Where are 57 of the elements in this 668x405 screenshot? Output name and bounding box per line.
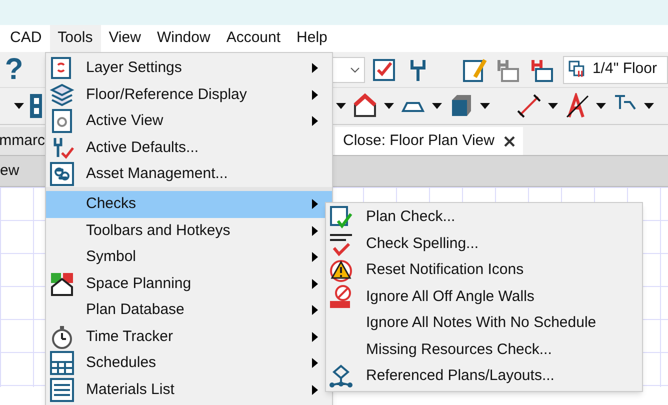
dropdown-caret-icon	[480, 103, 490, 109]
menu-entry[interactable]: Checks	[46, 191, 332, 218]
submenu-arrow-icon	[312, 278, 318, 289]
menu-entry[interactable]: Missing Resources Check...	[326, 336, 642, 363]
checkbox-icon	[371, 56, 398, 82]
menu-entry[interactable]: Ignore All Notes With No Schedule	[326, 310, 642, 336]
menu-entry[interactable]: Ignore All Off Angle Walls	[326, 284, 642, 310]
menu-entry[interactable]: Active Defaults...	[46, 134, 332, 161]
submenu-arrow-icon	[312, 305, 318, 316]
submenu-arrow-icon	[312, 199, 318, 210]
menu-item[interactable]: Tools	[50, 25, 101, 52]
dropdown-caret-icon	[432, 103, 442, 109]
panel-icon	[30, 94, 42, 118]
dropdown-caret-icon	[596, 103, 606, 109]
submenu-arrow-icon	[312, 226, 318, 236]
help-button[interactable]: ?	[4, 54, 24, 84]
schedule-table-icon	[49, 350, 75, 376]
menu-item[interactable]: View	[100, 25, 149, 52]
submenu-arrow-icon	[312, 90, 318, 100]
submenu-arrow-icon	[312, 252, 318, 262]
menu-item[interactable]: Account	[218, 25, 289, 52]
warning-icon	[328, 257, 354, 284]
close-icon	[504, 136, 516, 146]
document-tab[interactable]: Close: Floor Plan View	[335, 127, 524, 155]
dropdown-caret-icon	[548, 103, 558, 109]
plan-scale-button[interactable]: 1/4" Floor	[563, 56, 668, 84]
roof-house-icon	[352, 93, 378, 119]
dropdown-caret-icon	[14, 103, 24, 109]
submenu-arrow-icon	[312, 116, 318, 126]
submenu-arrow-icon	[312, 384, 318, 395]
dropdown-caret-icon	[384, 103, 394, 109]
menu-entry[interactable]: Reset Notification Icons	[326, 257, 642, 284]
menu-item[interactable]: Window	[148, 25, 218, 52]
stopwatch-icon	[49, 324, 75, 350]
menu-entry[interactable]: Layer Settings	[46, 55, 332, 82]
dropdown-caret-icon	[336, 103, 346, 109]
menu-entry[interactable]: Active View	[46, 108, 332, 134]
camera-page-icon	[49, 108, 75, 134]
menu-item[interactable]: CAD	[2, 25, 50, 52]
menu-entry[interactable]: Floor/Reference Display	[46, 82, 332, 108]
dropdown-caret-icon	[644, 103, 654, 109]
stacked-sheets-icon	[49, 82, 75, 108]
chain-link-icon	[49, 161, 75, 187]
submenu-arrow-icon	[312, 358, 318, 368]
menu-entry[interactable]: Check Spelling...	[326, 230, 642, 257]
submenu-arrow-icon	[312, 332, 318, 342]
list-sheet-icon	[49, 376, 75, 403]
chevron-icon	[350, 66, 360, 72]
submenu-arrow-icon	[312, 63, 318, 74]
network-icon	[328, 363, 354, 390]
menu-item[interactable]: Help	[288, 25, 336, 52]
view-label: ew	[0, 160, 20, 181]
house-icon	[49, 270, 75, 297]
page-check-icon	[328, 204, 354, 230]
text-arrow-icon	[564, 93, 590, 119]
dimension-icon	[516, 93, 542, 119]
document-tab[interactable]: mmarc	[0, 127, 45, 155]
